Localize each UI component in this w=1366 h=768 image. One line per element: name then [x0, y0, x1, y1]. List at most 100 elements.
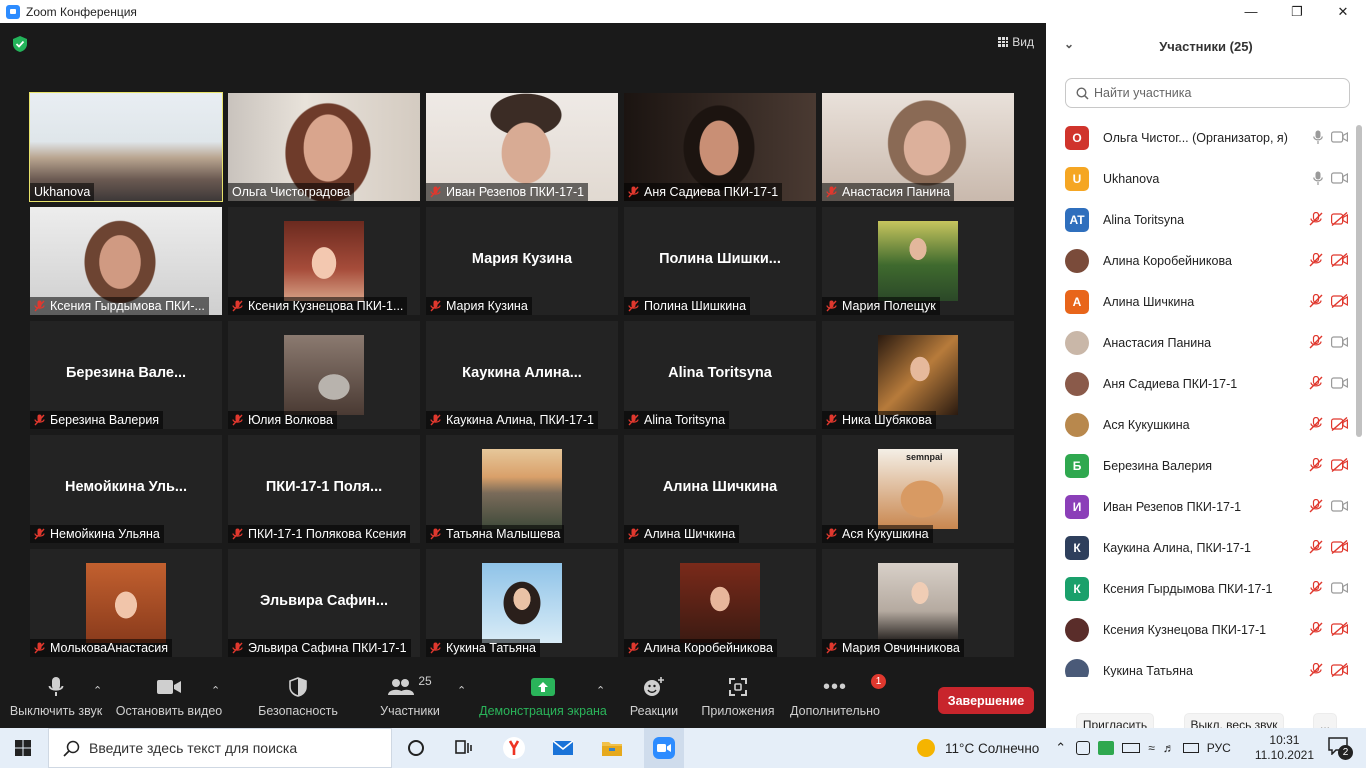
language-indicator[interactable]: РУС: [1207, 741, 1231, 755]
video-options-caret-icon[interactable]: ⌃: [211, 684, 220, 697]
video-tile[interactable]: Аня Садиева ПКИ-17-1: [624, 93, 816, 201]
camera-off-icon[interactable]: [1331, 662, 1348, 677]
close-button[interactable]: ✕: [1320, 0, 1366, 23]
video-tile[interactable]: Ксения Гырдымова ПКИ-...: [30, 207, 222, 315]
mic-muted-icon[interactable]: [1309, 662, 1323, 677]
encryption-shield-icon[interactable]: [12, 35, 28, 53]
mic-muted-icon[interactable]: [1309, 334, 1323, 354]
video-tile[interactable]: Полина Шишки... Полина Шишкина: [624, 207, 816, 315]
participant-row[interactable]: Аня Садиева ПКИ-17-1: [1046, 363, 1358, 404]
video-tile[interactable]: Ника Шубякова: [822, 321, 1014, 429]
tray-green-app-icon[interactable]: [1098, 741, 1115, 755]
camera-icon[interactable]: [1331, 376, 1348, 395]
camera-off-icon[interactable]: [1331, 252, 1348, 272]
video-tile[interactable]: Юлия Волкова: [228, 321, 420, 429]
share-screen-button[interactable]: Демонстрация экрана: [479, 670, 607, 728]
video-tile[interactable]: Алина Коробейникова: [624, 549, 816, 657]
video-tile[interactable]: Татьяна Малышева: [426, 435, 618, 543]
participant-row[interactable]: К Ксения Гырдымова ПКИ-17-1: [1046, 568, 1358, 609]
video-tile[interactable]: Alina Toritsyna Alina Toritsyna: [624, 321, 816, 429]
mute-button[interactable]: Выключить звук: [10, 670, 102, 728]
participant-row[interactable]: Б Березина Валерия: [1046, 445, 1358, 486]
mic-muted-icon[interactable]: [1309, 457, 1323, 477]
keyboard-icon[interactable]: [1182, 743, 1199, 753]
video-tile[interactable]: ПКИ-17-1 Поля... ПКИ-17-1 Полякова Ксения: [228, 435, 420, 543]
participants-button[interactable]: 25 Участники: [378, 670, 442, 728]
volume-icon[interactable]: ♬: [1163, 741, 1175, 755]
participant-row[interactable]: И Иван Резепов ПКИ-17-1: [1046, 486, 1358, 527]
video-tile[interactable]: Ukhanova: [29, 92, 223, 202]
mic-muted-icon[interactable]: [1309, 580, 1323, 600]
video-tile[interactable]: Березина Вале... Березина Валерия: [30, 321, 222, 429]
mute-options-caret-icon[interactable]: ⌃: [93, 684, 102, 697]
taskbar-search-input[interactable]: Введите здесь текст для поиска: [48, 728, 392, 768]
zoom-taskbar-icon[interactable]: [652, 736, 676, 760]
participant-search-input[interactable]: Найти участника: [1065, 78, 1350, 108]
participant-row[interactable]: Ксения Кузнецова ПКИ-17-1: [1046, 609, 1358, 650]
video-tile[interactable]: Алина Шичкина Алина Шичкина: [624, 435, 816, 543]
video-tile[interactable]: semnpai Ася Кукушкина: [822, 435, 1014, 543]
video-tile[interactable]: Ксения Кузнецова ПКИ-1...: [228, 207, 420, 315]
video-tile[interactable]: Мария Полещук: [822, 207, 1014, 315]
camera-off-icon[interactable]: [1331, 211, 1348, 231]
microphone-icon[interactable]: [1313, 171, 1323, 190]
collapse-panel-chevron-icon[interactable]: ⌄: [1064, 37, 1074, 51]
video-tile[interactable]: Каукина Алина... Каукина Алина, ПКИ-17-1: [426, 321, 618, 429]
camera-icon[interactable]: [1331, 130, 1348, 149]
view-button[interactable]: Вид: [998, 35, 1034, 49]
video-tile[interactable]: Немойкина Уль... Немойкина Ульяна: [30, 435, 222, 543]
camera-off-icon[interactable]: [1331, 539, 1348, 559]
video-tile[interactable]: Эльвира Сафин... Эльвира Сафина ПКИ-17-1: [228, 549, 420, 657]
clock[interactable]: 10:31 11.10.2021: [1255, 733, 1314, 763]
participant-row[interactable]: Кукина Татьяна: [1046, 650, 1358, 677]
cortana-circle-icon[interactable]: [404, 736, 428, 760]
minimize-button[interactable]: —: [1228, 0, 1274, 23]
participant-row[interactable]: Анастасия Панина: [1046, 322, 1358, 363]
file-explorer-icon[interactable]: [600, 736, 624, 760]
stop-video-button[interactable]: Остановить видео: [116, 670, 222, 728]
participant-row[interactable]: U Ukhanova: [1046, 158, 1358, 199]
participants-options-caret-icon[interactable]: ⌃: [457, 684, 466, 697]
camera-icon[interactable]: [1331, 581, 1348, 600]
mic-muted-icon[interactable]: [1309, 375, 1323, 395]
video-tile[interactable]: Мария Кузина Мария Кузина: [426, 207, 618, 315]
mail-icon[interactable]: [551, 736, 575, 760]
video-tile[interactable]: МольковаАнастасия: [30, 549, 222, 657]
end-meeting-button[interactable]: Завершение: [938, 687, 1034, 714]
apps-button[interactable]: Приложения: [700, 670, 776, 728]
more-button[interactable]: ••• 1 Дополнительно: [788, 670, 886, 728]
reactions-button[interactable]: Реакции: [626, 670, 682, 728]
video-tile[interactable]: Ольга Чистоградова: [228, 93, 420, 201]
camera-icon[interactable]: [1331, 171, 1348, 190]
video-tile[interactable]: Кукина Татьяна: [426, 549, 618, 657]
battery-icon[interactable]: [1122, 743, 1141, 753]
camera-icon[interactable]: [1331, 335, 1348, 354]
mic-muted-icon[interactable]: [1309, 621, 1323, 641]
mic-muted-icon[interactable]: [1309, 498, 1323, 518]
mic-muted-icon[interactable]: [1309, 539, 1323, 559]
task-view-icon[interactable]: [451, 736, 475, 760]
maximize-button[interactable]: ❐: [1274, 0, 1320, 23]
participant-row[interactable]: О Ольга Чистог... (Организатор, я): [1046, 117, 1358, 158]
camera-off-icon[interactable]: [1331, 457, 1348, 477]
camera-off-icon[interactable]: [1331, 293, 1348, 313]
wifi-icon[interactable]: ≈: [1148, 741, 1155, 755]
participant-row[interactable]: Алина Коробейникова: [1046, 240, 1358, 281]
tray-app-icon[interactable]: [1076, 741, 1091, 755]
tray-chevron-up-icon[interactable]: ⌃: [1055, 740, 1066, 756]
participant-row[interactable]: Ася Кукушкина: [1046, 404, 1358, 445]
panel-scrollbar[interactable]: [1356, 125, 1362, 437]
mic-muted-icon[interactable]: [1309, 293, 1323, 313]
camera-icon[interactable]: [1331, 499, 1348, 518]
yandex-browser-icon[interactable]: [502, 736, 526, 760]
weather-text[interactable]: 11°C Солнечно: [945, 741, 1039, 756]
participant-row[interactable]: AT Alina Toritsyna: [1046, 199, 1358, 240]
mic-muted-icon[interactable]: [1309, 416, 1323, 436]
camera-off-icon[interactable]: [1331, 416, 1348, 436]
mic-muted-icon[interactable]: [1309, 252, 1323, 272]
share-options-caret-icon[interactable]: ⌃: [596, 684, 605, 697]
windows-start-icon[interactable]: [15, 740, 31, 756]
security-button[interactable]: Безопасность: [258, 670, 338, 728]
video-tile[interactable]: Анастасия Панина: [822, 93, 1014, 201]
microphone-icon[interactable]: [1313, 130, 1323, 149]
